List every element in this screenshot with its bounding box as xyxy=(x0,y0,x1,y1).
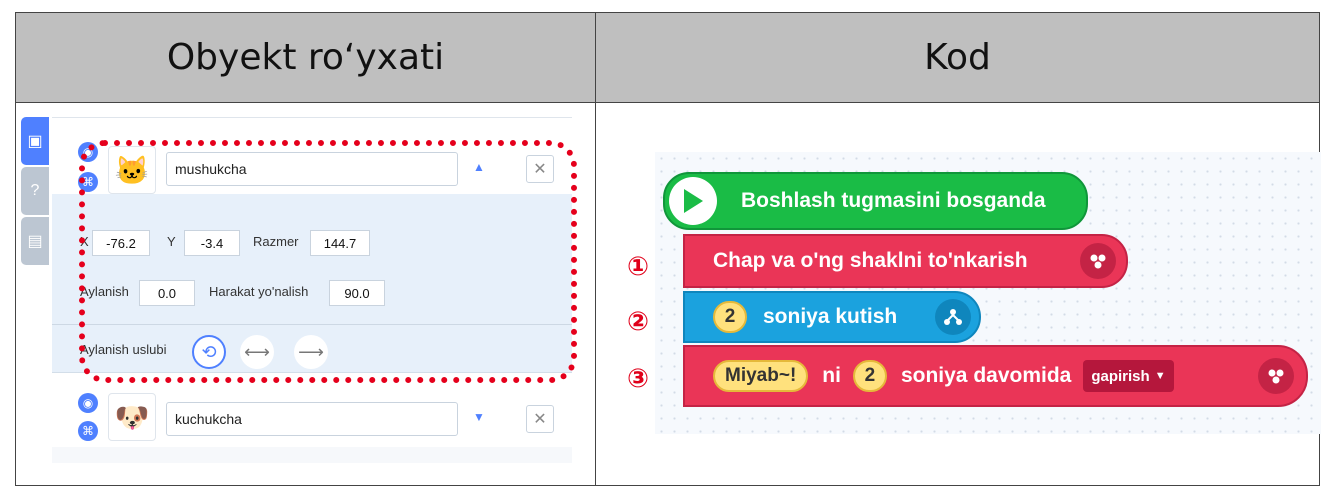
looks-category-icon xyxy=(1080,243,1116,279)
x-label: X xyxy=(80,234,89,249)
object-properties: X -76.2 Y -3.4 Razmer 144.7 Aylanish 0.0… xyxy=(52,194,572,372)
say-mode-value: gapirish xyxy=(1091,367,1150,385)
start-block[interactable]: Boshlash tugmasini bosganda xyxy=(663,172,1088,230)
header-code: Kod xyxy=(596,13,1319,103)
tab-console[interactable]: ▤ xyxy=(21,217,49,265)
lock-icon[interactable]: ⌘ xyxy=(78,421,98,441)
marker-2: ② xyxy=(627,307,650,337)
tab-objects[interactable]: ▣ xyxy=(21,117,49,165)
objects-icon: ▣ xyxy=(27,133,43,150)
play-icon xyxy=(669,177,717,225)
x-input[interactable]: -76.2 xyxy=(92,230,150,256)
y-input[interactable]: -3.4 xyxy=(184,230,240,256)
say-block[interactable]: Miyab~! ni 2 soniya davomida gapirish ▼ xyxy=(683,345,1308,407)
chevron-up-icon[interactable]: ▲ xyxy=(473,160,485,174)
flip-horizontal-button[interactable]: ⟷ xyxy=(240,335,274,369)
object-panel: ◉ ⌘ 🐱 mushukcha ▲ ✕ X -76.2 Y -3.4 Razme… xyxy=(52,117,572,463)
object-row-mushukcha[interactable]: ◉ ⌘ 🐱 mushukcha ▲ ✕ xyxy=(52,118,572,194)
column-divider xyxy=(595,103,596,486)
dog-sprite-icon: 🐶 xyxy=(108,393,156,441)
say-mode-dropdown[interactable]: gapirish ▼ xyxy=(1083,360,1174,392)
flow-category-icon xyxy=(935,299,971,335)
delete-object-button[interactable]: ✕ xyxy=(526,405,554,433)
say-ni-label: ni xyxy=(822,364,841,387)
side-tabs: ▣ ? ▤ xyxy=(21,117,49,267)
rotate-free-button[interactable]: ⟲ xyxy=(192,335,226,369)
rotation-input[interactable]: 0.0 xyxy=(139,280,195,306)
y-label: Y xyxy=(167,234,176,249)
marker-1: ① xyxy=(627,252,650,282)
header-object-list: Obyekt ro‘yxati xyxy=(16,13,596,103)
help-icon: ? xyxy=(30,182,40,199)
size-label: Razmer xyxy=(253,234,299,249)
say-seconds-input[interactable]: 2 xyxy=(852,360,887,392)
say-block-label: soniya davomida xyxy=(900,364,1072,387)
start-block-label: Boshlash tugmasini bosganda xyxy=(741,189,1046,212)
wait-block[interactable]: 2 soniya kutish xyxy=(683,291,981,343)
flip-block[interactable]: Chap va o'ng shaklni to'nkarish xyxy=(683,234,1128,288)
direction-label: Harakat yo'nalish xyxy=(209,284,309,299)
wait-seconds-input[interactable]: 2 xyxy=(713,301,747,333)
tab-help[interactable]: ? xyxy=(21,167,49,215)
chevron-down-icon: ▼ xyxy=(1154,370,1166,382)
no-rotate-button[interactable]: ⟶ xyxy=(294,335,328,369)
chevron-down-icon[interactable]: ▼ xyxy=(473,410,485,424)
object-row-kuchukcha[interactable]: ◉ ⌘ 🐶 kuchukcha ▼ ✕ xyxy=(52,372,572,447)
size-input[interactable]: 144.7 xyxy=(310,230,370,256)
say-text-input[interactable]: Miyab~! xyxy=(713,360,809,392)
delete-object-button[interactable]: ✕ xyxy=(526,155,554,183)
object-name-field[interactable]: mushukcha xyxy=(166,152,458,186)
eye-icon[interactable]: ◉ xyxy=(78,393,98,413)
cat-sprite-icon: 🐱 xyxy=(108,146,156,194)
flip-block-label: Chap va o'ng shaklni to'nkarish xyxy=(713,249,1028,272)
rotation-style-label: Aylanish uslubi xyxy=(80,342,167,357)
console-icon: ▤ xyxy=(27,233,43,250)
object-name-field[interactable]: kuchukcha xyxy=(166,402,458,436)
looks-category-icon xyxy=(1258,358,1294,394)
marker-3: ③ xyxy=(627,364,650,394)
rotation-label: Aylanish xyxy=(80,284,129,299)
eye-icon[interactable]: ◉ xyxy=(78,142,98,162)
wait-block-label: soniya kutish xyxy=(763,305,898,328)
divider xyxy=(52,324,572,325)
direction-input[interactable]: 90.0 xyxy=(329,280,385,306)
lock-icon[interactable]: ⌘ xyxy=(78,172,98,192)
